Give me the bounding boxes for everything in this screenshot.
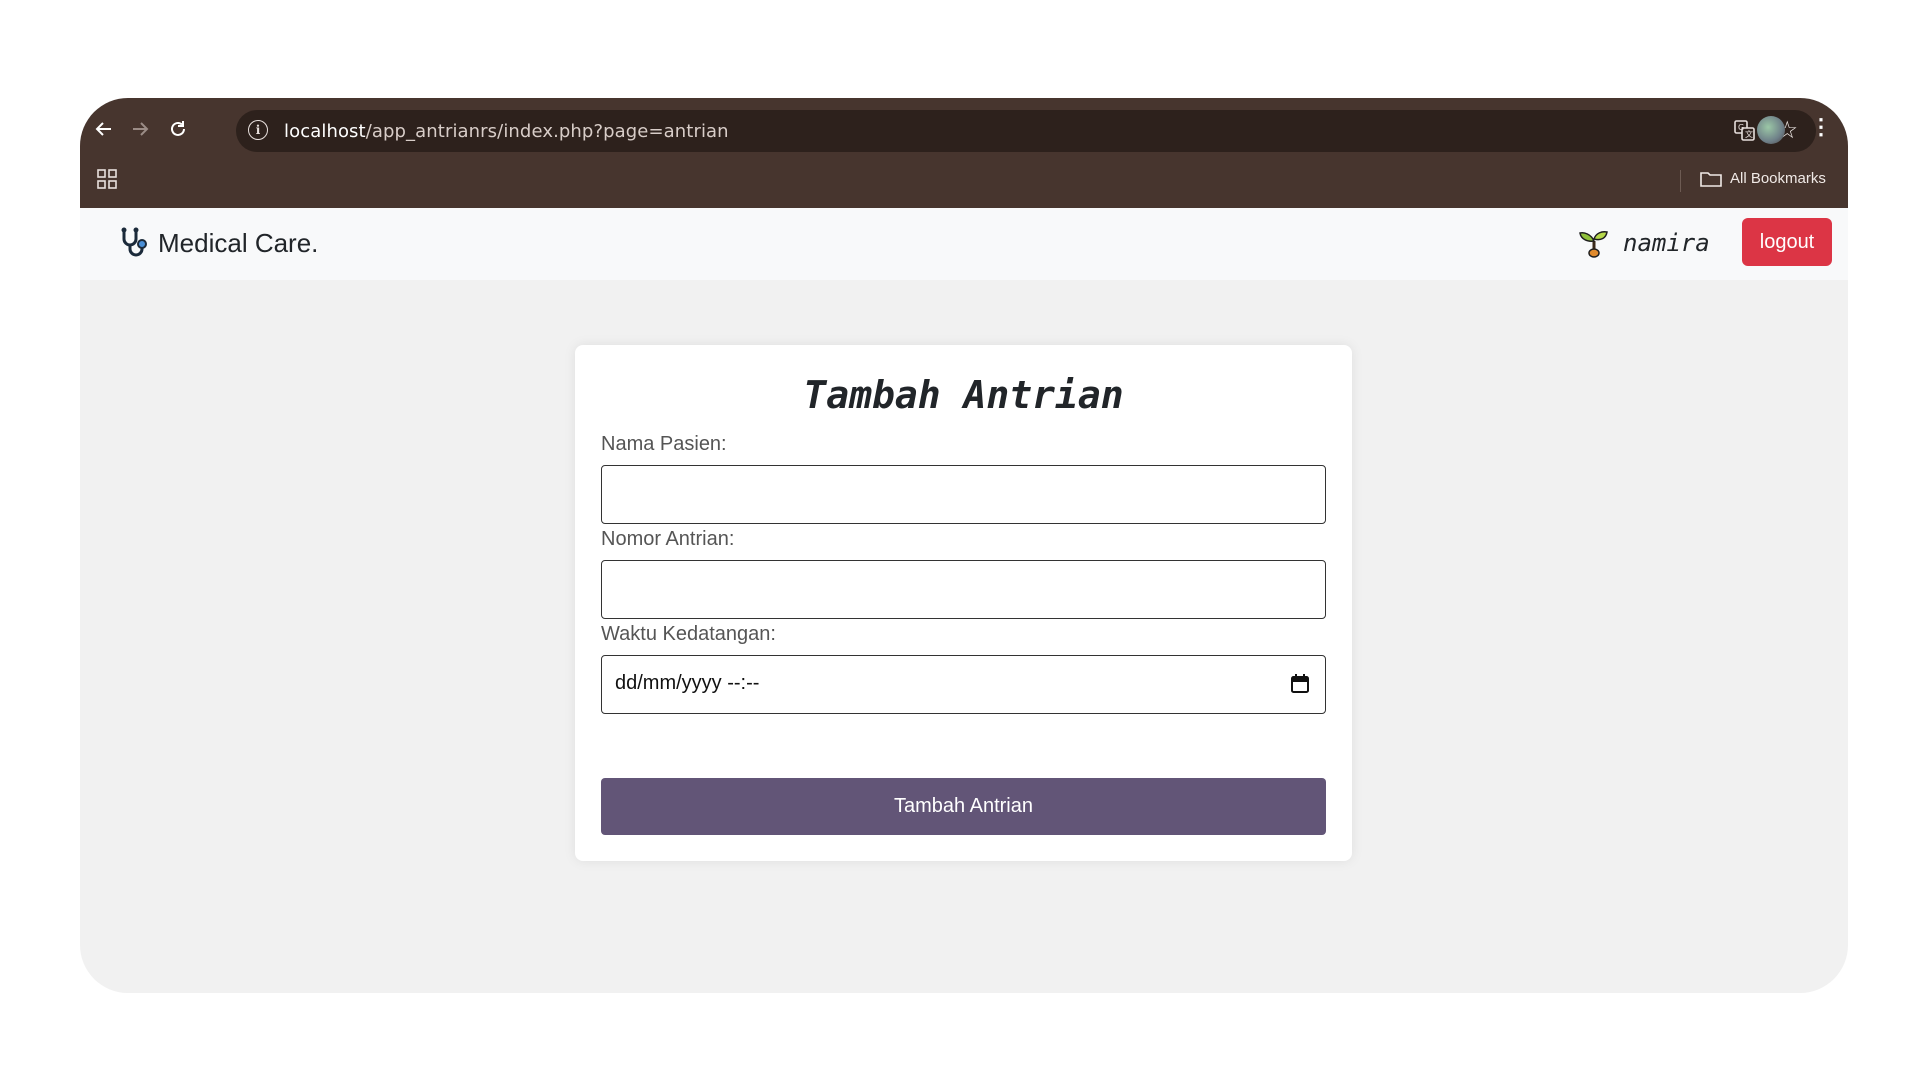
patient-name-input[interactable] (601, 465, 1326, 524)
folder-icon (1700, 171, 1722, 187)
address-bar[interactable]: i localhost/app_antrianrs/index.php?page… (236, 110, 1816, 152)
sprout-icon (1579, 231, 1608, 258)
add-queue-card: Tambah Antrian Nama Pasien: Nomor Antria… (575, 345, 1352, 861)
arrival-time-value: dd/mm/yyyy --:-- (615, 672, 760, 694)
site-navbar: Medical Care. namira logout (80, 208, 1848, 280)
all-bookmarks-button[interactable]: All Bookmarks (1700, 170, 1826, 187)
more-menu-icon[interactable]: ⋮ (1810, 116, 1832, 138)
profile-avatar-icon[interactable] (1757, 116, 1785, 144)
apps-grid-icon[interactable] (96, 168, 118, 190)
calendar-icon[interactable] (1291, 674, 1309, 693)
logout-button[interactable]: logout (1742, 218, 1832, 266)
bookmark-bar: All Bookmarks (80, 156, 1848, 208)
url-path: /app_antrianrs/index.php?page=antrian (365, 121, 729, 142)
arrival-time-input[interactable]: dd/mm/yyyy --:-- (601, 655, 1326, 714)
back-arrow-icon[interactable] (89, 114, 119, 144)
queue-number-input[interactable] (601, 560, 1326, 619)
patient-name-label: Nama Pasien: (601, 433, 727, 455)
forward-arrow-icon[interactable] (125, 114, 155, 144)
arrival-time-label: Waktu Kedatangan: (601, 623, 776, 645)
queue-number-label: Nomor Antrian: (601, 528, 735, 550)
bookmark-divider (1680, 170, 1681, 192)
browser-window: i localhost/app_antrianrs/index.php?page… (80, 98, 1848, 993)
stethoscope-icon (121, 227, 147, 257)
reload-icon[interactable] (163, 114, 193, 144)
all-bookmarks-label: All Bookmarks (1730, 170, 1826, 187)
svg-text:文: 文 (1745, 129, 1753, 139)
site-info-icon[interactable]: i (248, 120, 268, 140)
username: namira (1623, 229, 1710, 257)
browser-toolbar: i localhost/app_antrianrs/index.php?page… (80, 98, 1848, 208)
brand-name: Medical Care. (158, 227, 319, 258)
url-text[interactable]: localhost/app_antrianrs/index.php?page=a… (284, 121, 729, 142)
translate-icon[interactable]: G 文 (1734, 120, 1756, 142)
brand-link[interactable]: Medical Care. (116, 226, 318, 260)
svg-text:G: G (1738, 123, 1744, 132)
url-host: localhost (284, 121, 366, 142)
add-queue-submit-button[interactable]: Tambah Antrian (601, 778, 1326, 835)
user-info: namira (1577, 226, 1710, 260)
form-title: Tambah Antrian (803, 373, 1124, 417)
